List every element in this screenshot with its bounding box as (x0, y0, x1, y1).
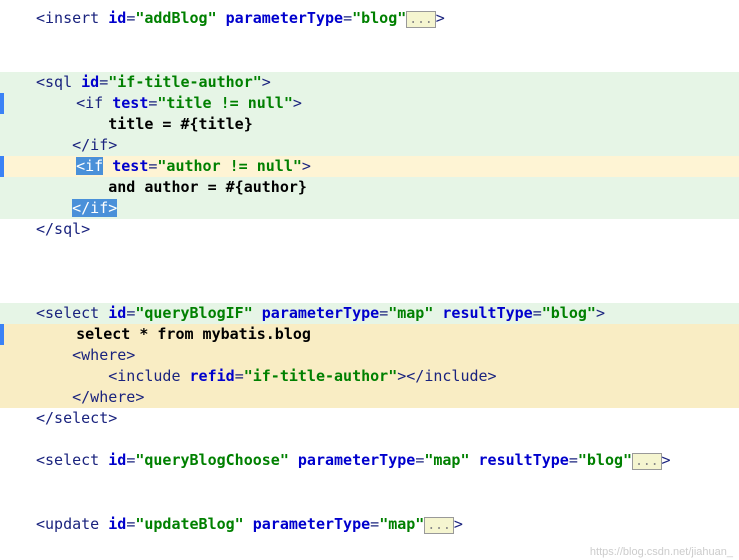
xml-tag: <update (36, 515, 99, 533)
code-line[interactable]: <include refid="if-title-author"></inclu… (0, 366, 739, 387)
code-line[interactable]: <sql id="if-title-author"> (0, 72, 739, 93)
code-line[interactable]: <select id="queryBlogIF" parameterType="… (0, 303, 739, 324)
attr-value: "if-title-author" (244, 367, 398, 385)
empty-line[interactable] (0, 429, 739, 450)
attr-name: id (108, 515, 126, 533)
xml-tag: <sql (36, 73, 72, 91)
code-line[interactable]: <select id="queryBlogChoose" parameterTy… (0, 450, 739, 472)
empty-line[interactable] (0, 472, 739, 493)
attr-name: parameterType (253, 515, 370, 533)
code-line[interactable]: title = #{title} (0, 114, 739, 135)
attr-name: resultType (479, 451, 569, 469)
code-line[interactable]: and author = #{author} (0, 177, 739, 198)
xml-tag: ></include> (397, 367, 496, 385)
attr-value: "title != null" (157, 94, 292, 112)
attr-value: "updateBlog" (135, 515, 243, 533)
attr-value: "map" (424, 451, 469, 469)
attr-value: "blog" (542, 304, 596, 322)
attr-value: "queryBlogChoose" (135, 451, 289, 469)
attr-value: "map" (379, 515, 424, 533)
attr-value: "blog" (352, 9, 406, 27)
xml-tag: </if> (72, 136, 117, 154)
attr-name: refid (190, 367, 235, 385)
text-content: select * from mybatis.blog (76, 325, 311, 343)
xml-tag: </select> (36, 409, 117, 427)
empty-line[interactable] (0, 282, 739, 303)
code-line[interactable]: </where> (0, 387, 739, 408)
fold-marker[interactable]: ... (424, 517, 453, 534)
code-line[interactable]: <update id="updateBlog" parameterType="m… (0, 514, 739, 536)
attr-name: id (108, 304, 126, 322)
code-editor[interactable]: <insert id="addBlog" parameterType="blog… (0, 0, 739, 544)
code-line[interactable]: <if test="author != null"> (0, 156, 739, 177)
attr-value: "map" (388, 304, 433, 322)
attr-name: test (112, 157, 148, 175)
attr-name: parameterType (262, 304, 379, 322)
text-content: title = #{title} (108, 115, 253, 133)
attr-value: "author != null" (157, 157, 302, 175)
empty-line[interactable] (0, 493, 739, 514)
watermark-text: https://blog.csdn.net/jiahuan_ (590, 546, 733, 558)
attr-name: id (81, 73, 99, 91)
code-line[interactable]: <insert id="addBlog" parameterType="blog… (0, 8, 739, 30)
code-line[interactable]: </if> (0, 135, 739, 156)
xml-tag: <select (36, 451, 99, 469)
attr-name: parameterType (298, 451, 415, 469)
fold-marker[interactable]: ... (406, 11, 435, 28)
xml-tag: </sql> (36, 220, 90, 238)
code-line[interactable]: select * from mybatis.blog (0, 324, 739, 345)
xml-tag: <where> (72, 346, 135, 364)
attr-value: "if-title-author" (108, 73, 262, 91)
xml-tag: <insert (36, 9, 99, 27)
attr-name: id (108, 9, 126, 27)
attr-name: resultType (442, 304, 532, 322)
empty-line[interactable] (0, 240, 739, 261)
code-line[interactable]: <where> (0, 345, 739, 366)
empty-line[interactable] (0, 51, 739, 72)
attr-name: parameterType (226, 9, 343, 27)
empty-line[interactable] (0, 261, 739, 282)
empty-line[interactable] (0, 30, 739, 51)
attr-value: "addBlog" (135, 9, 216, 27)
xml-tag-selected: </if> (72, 199, 117, 217)
xml-tag: </where> (72, 388, 144, 406)
fold-marker[interactable]: ... (632, 453, 661, 470)
code-line[interactable]: </select> (0, 408, 739, 429)
code-line[interactable]: <if test="title != null"> (0, 93, 739, 114)
attr-value: "queryBlogIF" (135, 304, 252, 322)
xml-tag-selected: <if (76, 157, 103, 175)
text-content: and author = #{author} (108, 178, 307, 196)
attr-name: id (108, 451, 126, 469)
xml-tag: <select (36, 304, 99, 322)
xml-tag: <if (76, 94, 103, 112)
attr-name: test (112, 94, 148, 112)
code-line[interactable]: </sql> (0, 219, 739, 240)
code-line[interactable]: </if> (0, 198, 739, 219)
attr-value: "blog" (578, 451, 632, 469)
xml-tag: <include (108, 367, 180, 385)
